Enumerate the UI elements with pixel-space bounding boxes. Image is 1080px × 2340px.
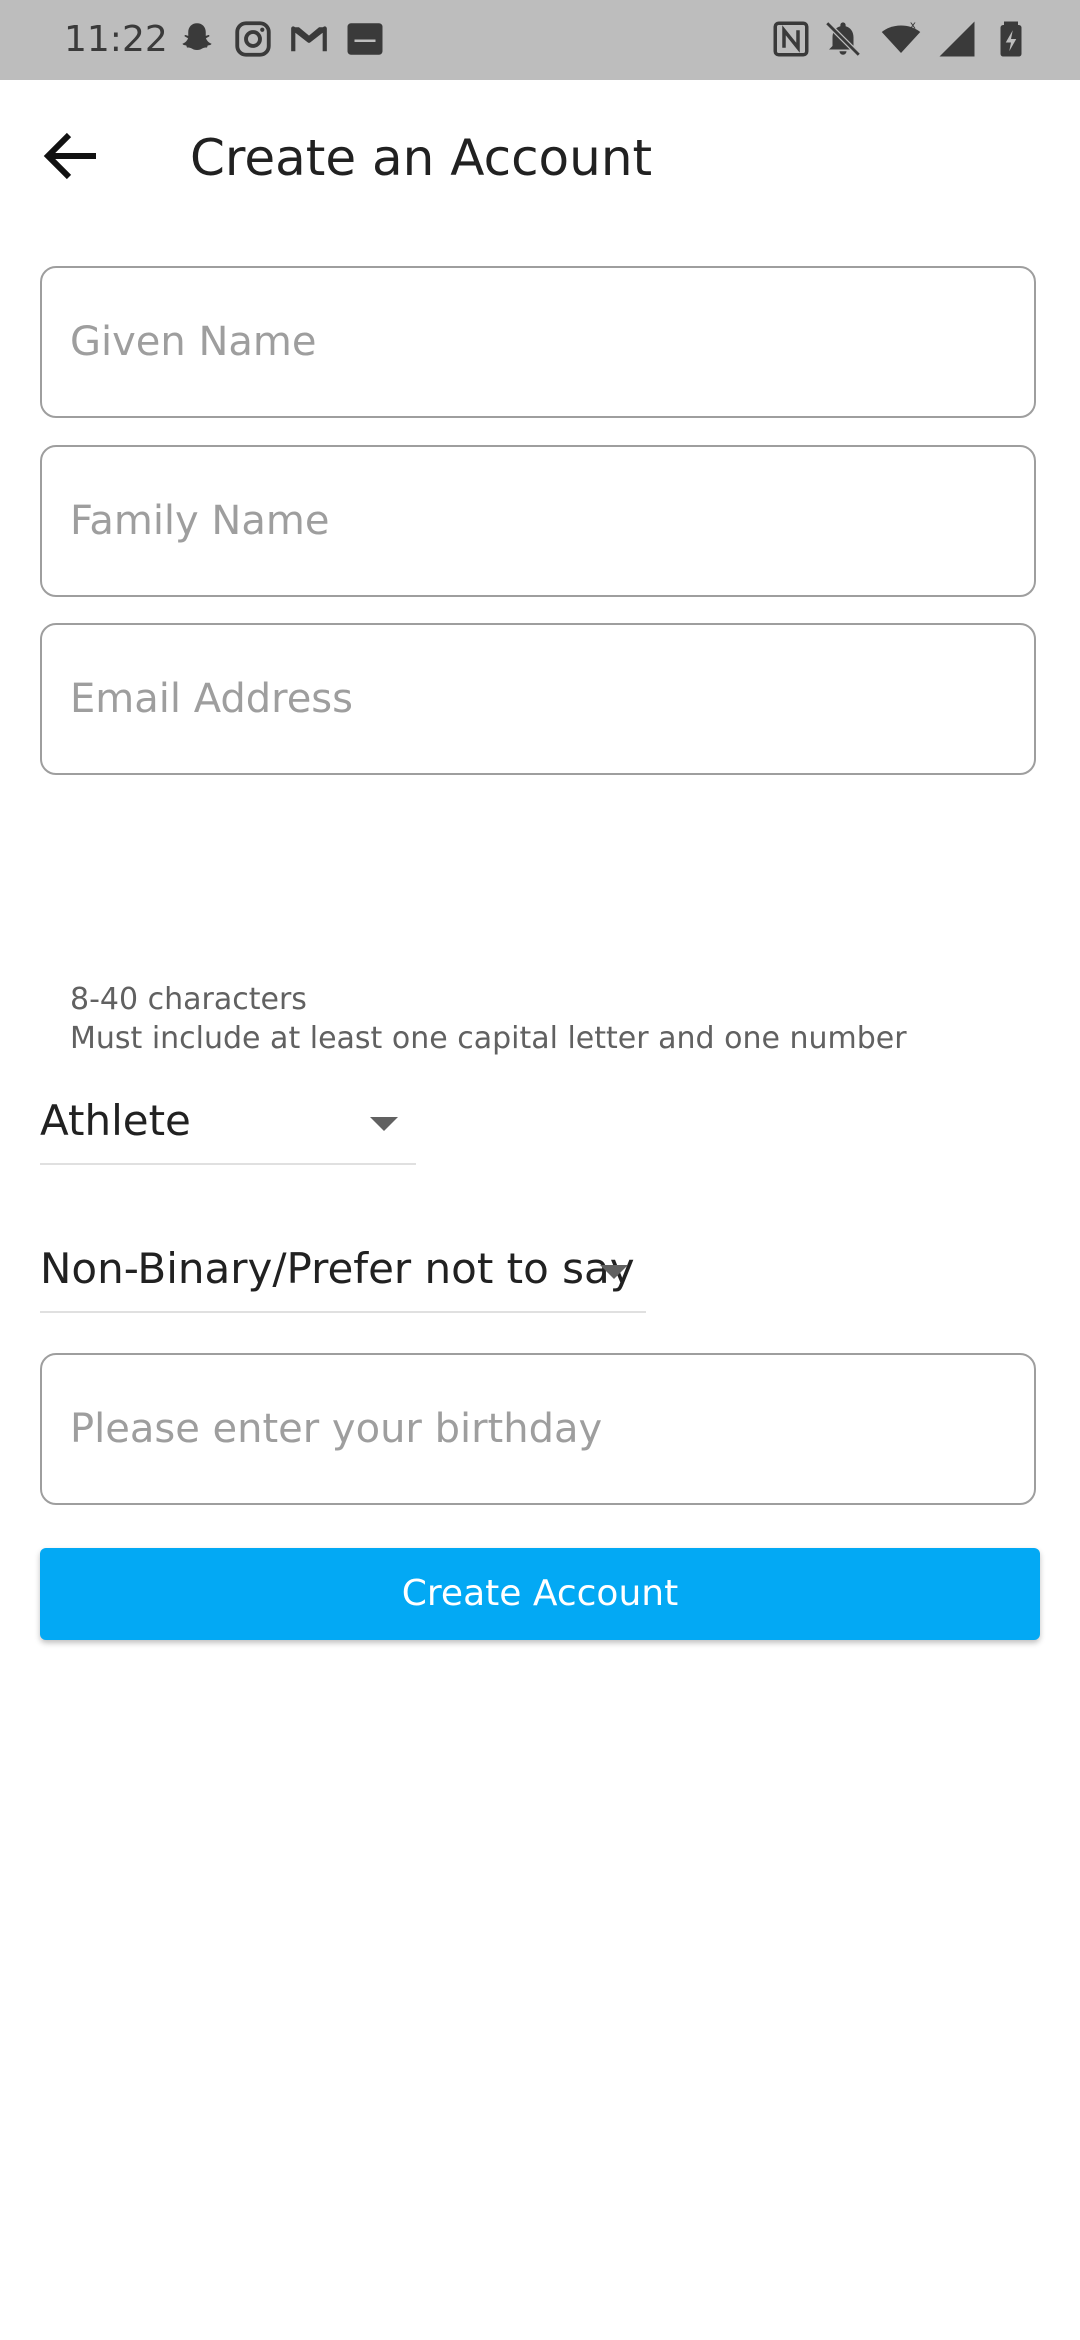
gmail-icon xyxy=(288,18,330,60)
gender-dropdown[interactable]: Non-Binary/Prefer not to say xyxy=(40,1241,646,1313)
nfc-icon xyxy=(770,18,812,60)
chevron-down-icon xyxy=(600,1265,628,1279)
snapchat-icon xyxy=(176,18,218,60)
signal-icon xyxy=(936,18,978,60)
password-helper-rules: Must include at least one capital letter… xyxy=(70,1021,907,1056)
create-account-button[interactable]: Create Account xyxy=(40,1548,1040,1640)
wifi-icon: x xyxy=(880,18,922,60)
gender-dropdown-value: Non-Binary/Prefer not to say xyxy=(40,1244,635,1293)
family-name-field[interactable] xyxy=(40,445,1036,597)
role-dropdown-value: Athlete xyxy=(40,1096,191,1145)
svg-text:x: x xyxy=(910,20,916,32)
app-bar: Create an Account xyxy=(0,80,1080,230)
email-field[interactable] xyxy=(40,623,1036,775)
status-bar: 11:22 x xyxy=(0,0,1080,80)
status-time: 11:22 xyxy=(64,19,168,60)
email-input[interactable] xyxy=(70,625,1000,773)
given-name-field[interactable] xyxy=(40,266,1036,418)
birthday-input[interactable] xyxy=(70,1355,1000,1503)
battery-icon xyxy=(990,18,1032,60)
instagram-icon xyxy=(232,18,274,60)
birthday-field[interactable] xyxy=(40,1353,1036,1505)
given-name-input[interactable] xyxy=(70,268,1000,416)
back-button[interactable] xyxy=(36,120,108,192)
chevron-down-icon xyxy=(370,1117,398,1131)
tsn-icon xyxy=(344,18,386,60)
create-account-label: Create Account xyxy=(401,1573,679,1614)
arrow-left-icon xyxy=(43,132,96,180)
family-name-input[interactable] xyxy=(70,447,1000,595)
password-helper-length: 8-40 characters xyxy=(70,982,307,1017)
role-dropdown[interactable]: Athlete xyxy=(40,1093,416,1165)
notifications-muted-icon xyxy=(822,18,864,60)
page-title: Create an Account xyxy=(190,129,653,187)
